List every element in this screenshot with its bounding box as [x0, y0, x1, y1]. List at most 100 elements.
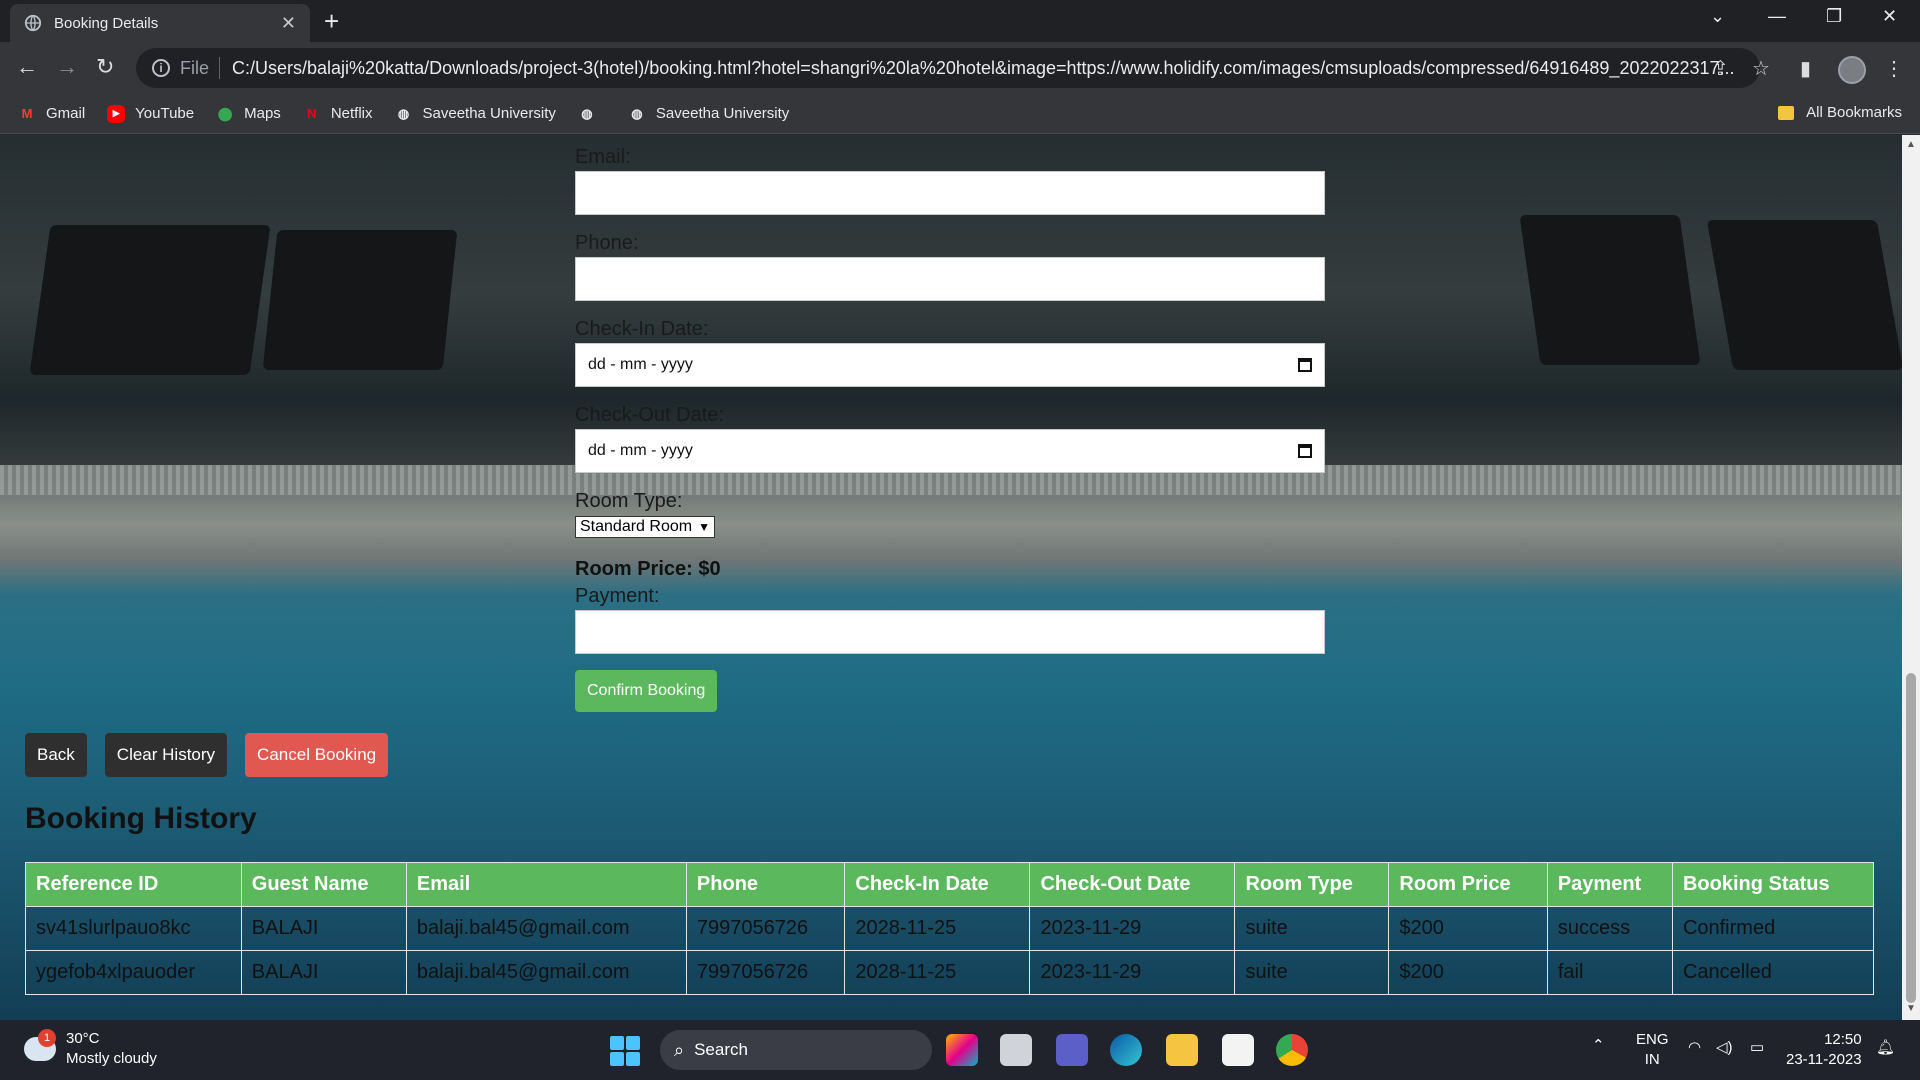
guest-name-cell: BALAJI	[240, 950, 407, 995]
payment-field[interactable]	[575, 610, 1325, 654]
checkin-cell: 2028-11-25	[844, 906, 1031, 951]
copilot-icon[interactable]	[946, 1034, 978, 1066]
wifi-icon[interactable]: ◠	[1688, 1038, 1701, 1058]
room-type-select[interactable]: Standard Room ▼	[575, 516, 715, 538]
weather-widget[interactable]: 1 30°C Mostly cloudy	[24, 1029, 157, 1069]
address-bar[interactable]: i File C:/Users/balaji%20katta/Downloads…	[136, 48, 1760, 88]
cancel-booking-button[interactable]: Cancel Booking	[245, 733, 389, 777]
checkin-date-input[interactable]: dd - mm - yyyy	[575, 343, 1325, 387]
folder-icon	[1778, 105, 1795, 120]
checkout-label: Check-Out Date:	[575, 404, 724, 426]
share-icon[interactable]: ⇪	[1712, 56, 1729, 81]
tab-bar: Booking Details ✕ + ⌄ — ❐ ✕	[0, 0, 1920, 42]
page-scrollbar[interactable]: ▲ ▼	[1902, 135, 1920, 1020]
phone-field[interactable]	[575, 257, 1325, 301]
table-row: ygefob4xlpauoder BALAJI balaji.bal45@gma…	[25, 950, 1875, 995]
weather-condition: Mostly cloudy	[66, 1050, 157, 1067]
payment-cell: success	[1546, 906, 1673, 951]
minimize-icon[interactable]: —	[1768, 6, 1786, 27]
date: 23-11-2023	[1786, 1051, 1862, 1068]
show-hidden-icons-chevron-icon[interactable]: ⌃	[1592, 1036, 1605, 1056]
forward-arrow-icon[interactable]: →	[56, 54, 78, 80]
room-price: Room Price: $0	[575, 558, 721, 580]
language-code: ENG	[1636, 1031, 1669, 1048]
booking-history-title: Booking History	[25, 802, 257, 835]
info-icon[interactable]: i	[152, 59, 170, 77]
new-tab-icon[interactable]: +	[324, 8, 339, 34]
guest-name-cell: BALAJI	[240, 906, 407, 951]
room-type-value: Standard Room	[580, 518, 693, 535]
language-indicator[interactable]: ENG IN	[1636, 1030, 1669, 1070]
windows-taskbar: 1 30°C Mostly cloudy ⌕ Search ⌃ ENG IN ◠…	[0, 1020, 1920, 1080]
close-window-icon[interactable]: ✕	[1882, 6, 1897, 27]
microsoft-store-icon[interactable]	[1222, 1034, 1254, 1066]
maps-pin-icon: ⬤	[217, 105, 233, 121]
volume-icon[interactable]: ◁)	[1716, 1038, 1733, 1058]
chrome-icon[interactable]	[1276, 1034, 1308, 1066]
bookmark-netflix[interactable]: N Netflix	[303, 105, 373, 123]
reference-id-cell: sv41slurlpauo8kc	[25, 906, 242, 951]
confirm-booking-button[interactable]: Confirm Booking	[575, 670, 718, 712]
column-header: Guest Name	[240, 862, 407, 907]
netflix-icon: N	[307, 106, 317, 121]
checkin-label: Check-In Date:	[575, 318, 709, 340]
bookmark-star-icon[interactable]: ☆	[1752, 56, 1770, 81]
battery-icon[interactable]: ▭	[1750, 1038, 1764, 1058]
restore-icon[interactable]: ❐	[1826, 6, 1842, 27]
edge-icon[interactable]	[1110, 1034, 1142, 1066]
bookmark-saveetha-2[interactable]: ◍ Saveetha University	[628, 105, 789, 123]
column-header: Phone	[685, 862, 846, 907]
column-header: Email	[405, 862, 687, 907]
url-text: C:/Users/balaji%20katta/Downloads/projec…	[232, 57, 1735, 78]
scroll-up-icon[interactable]: ▲	[1906, 139, 1916, 150]
room-type-cell: suite	[1234, 950, 1390, 995]
bookmark-saveetha-1[interactable]: ◍ Saveetha University	[395, 105, 556, 123]
notification-bell-icon[interactable]: 🔔︎	[1876, 1038, 1895, 1058]
calendar-icon[interactable]	[1298, 358, 1312, 372]
bookmark-label: Saveetha University	[422, 105, 556, 122]
clock[interactable]: 12:50 23-11-2023	[1786, 1030, 1862, 1070]
bookmark-label: Maps	[244, 105, 281, 122]
side-panel-icon[interactable]: ▮	[1800, 56, 1811, 81]
all-bookmarks[interactable]: All Bookmarks	[1778, 104, 1902, 121]
column-header: Booking Status	[1671, 862, 1875, 907]
scrollbar-thumb[interactable]	[1906, 673, 1916, 1003]
bookmark-globe[interactable]: ◍	[578, 105, 606, 123]
bookmark-label: Netflix	[330, 105, 373, 122]
file-explorer-icon[interactable]	[1166, 1034, 1198, 1066]
taskbar-search[interactable]: ⌕ Search	[660, 1030, 932, 1070]
globe-icon	[24, 14, 42, 32]
room-price-cell: $200	[1388, 906, 1548, 951]
reload-icon[interactable]: ↻	[96, 54, 114, 80]
payment-label: Payment:	[575, 585, 660, 607]
url-scheme: File	[180, 57, 210, 78]
globe-icon: ◍	[581, 105, 593, 121]
close-tab-icon[interactable]: ✕	[281, 13, 296, 34]
teams-icon[interactable]	[1056, 1034, 1088, 1066]
task-view-icon[interactable]	[1000, 1034, 1032, 1066]
gmail-icon: M	[21, 106, 33, 121]
email-field[interactable]	[575, 171, 1325, 215]
column-header: Room Price	[1388, 862, 1548, 907]
bookmark-label: Gmail	[46, 105, 86, 122]
tab-search-chevron-icon[interactable]: ⌄	[1710, 6, 1725, 27]
region-code: IN	[1644, 1051, 1660, 1068]
cloud-icon: 1	[24, 1029, 56, 1061]
bookmark-maps[interactable]: ⬤ Maps	[216, 105, 281, 123]
scroll-down-icon[interactable]: ▼	[1906, 1003, 1916, 1014]
calendar-icon[interactable]	[1298, 444, 1312, 458]
bookmark-gmail[interactable]: M Gmail	[18, 105, 86, 123]
back-arrow-icon[interactable]: ←	[16, 54, 38, 80]
checkout-cell: 2023-11-29	[1029, 906, 1236, 951]
profile-avatar[interactable]	[1838, 56, 1866, 84]
windows-start-icon[interactable]	[610, 1036, 640, 1066]
menu-kebab-icon[interactable]: ⋮	[1884, 56, 1904, 81]
tab-booking-details[interactable]: Booking Details ✕	[10, 4, 310, 42]
table-row: sv41slurlpauo8kc BALAJI balaji.bal45@gma…	[25, 906, 1875, 951]
back-button[interactable]: Back	[25, 733, 87, 777]
bookmark-youtube[interactable]: ▶ YouTube	[107, 104, 194, 123]
email-cell: balaji.bal45@gmail.com	[405, 950, 687, 995]
room-price-cell: $200	[1388, 950, 1548, 995]
clear-history-button[interactable]: Clear History	[104, 733, 228, 777]
checkout-date-input[interactable]: dd - mm - yyyy	[575, 429, 1325, 473]
